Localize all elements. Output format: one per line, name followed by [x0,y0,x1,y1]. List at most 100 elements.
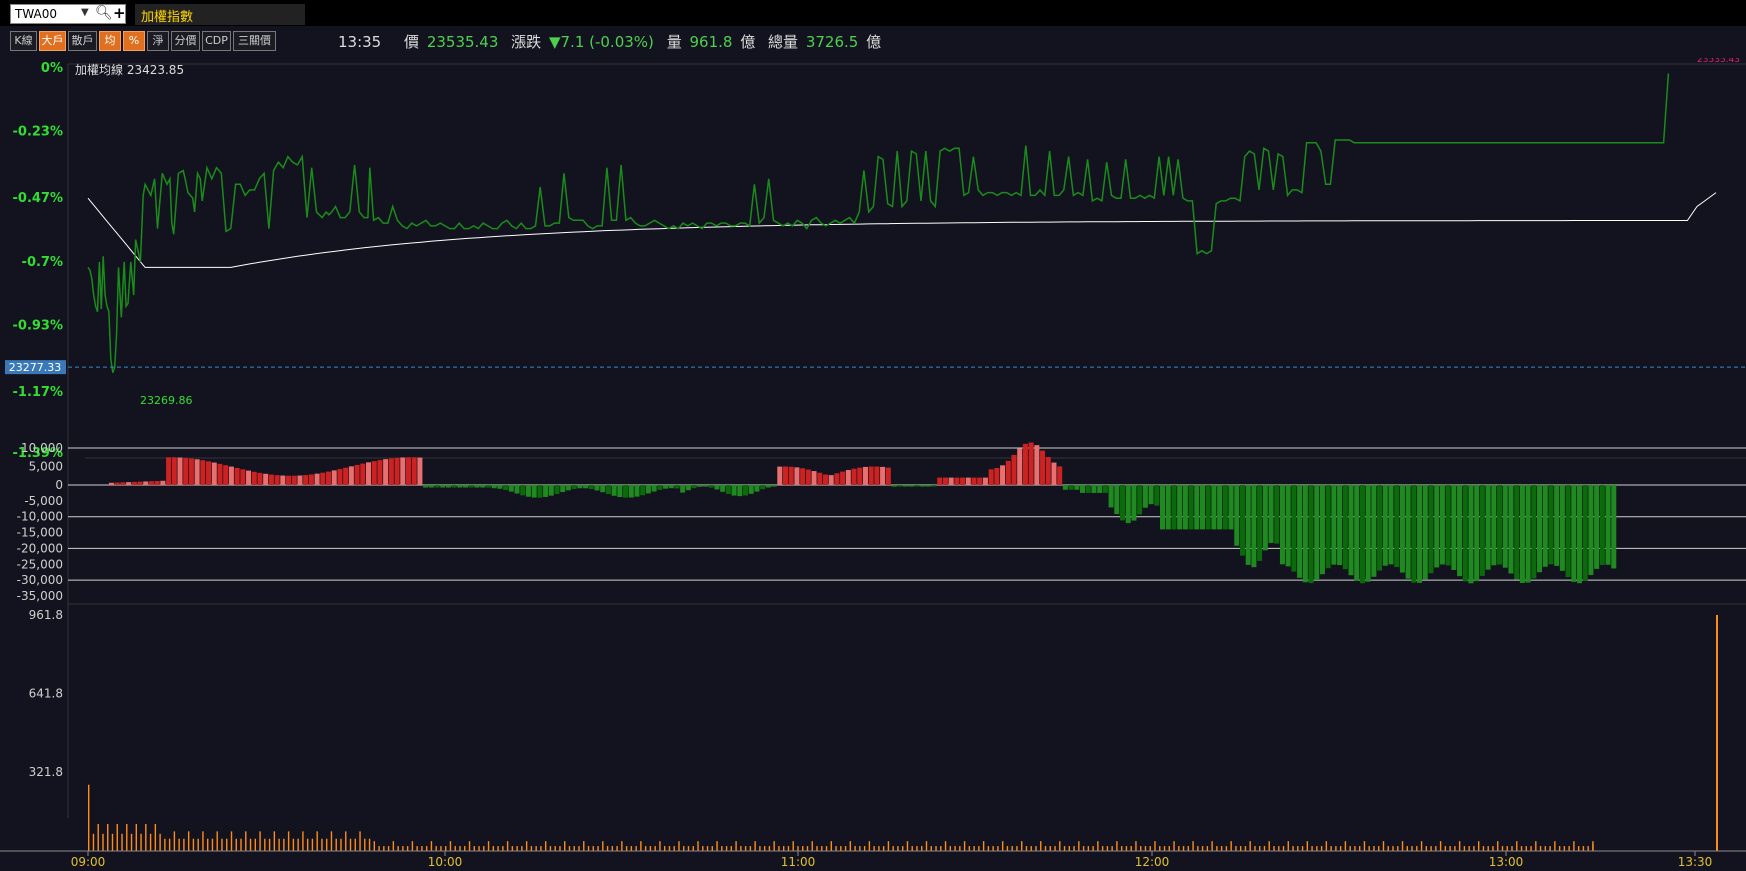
lh-bar [1199,485,1205,530]
volume-bar [1378,846,1380,851]
reference-label: 23277.33 [9,361,62,374]
toolbar-button-3[interactable]: 均 [99,31,121,51]
volume-bar [921,846,923,851]
volume-bar [364,838,366,851]
intraday-chart[interactable]: 0%-0.23%-0.47%-0.7%-0.93%-1.17%-1.39%232… [0,58,1746,871]
toolbar-button-7[interactable]: CDP [202,31,231,51]
volume-bar [535,846,537,851]
price-y-tick: -1.17% [13,385,64,400]
lh-bar [1028,442,1034,485]
volume-bar [1577,846,1580,851]
lh-bar [1479,485,1485,576]
lh-bar [988,469,994,485]
lh-bar [1537,485,1543,573]
volume-bar [516,846,518,851]
volume-bar [1140,846,1142,851]
toolbar-button-4[interactable]: % [123,31,145,51]
lh-bar [1040,450,1046,485]
volume-bar [568,846,571,851]
add-icon[interactable]: + [113,4,126,22]
lh-bar [1394,485,1400,567]
volume-bar [997,846,999,851]
lh-bar [326,471,332,485]
lh-bar [405,457,411,485]
volume-bar [1497,841,1499,851]
toolbar-button-6[interactable]: 分價 [171,31,200,51]
volume-bar [330,831,333,851]
lh-bar [577,485,583,489]
lh-bar [1297,485,1303,578]
toolbar-button-2[interactable]: 散戶 [68,31,97,51]
lh-bar [845,470,851,485]
volume-bar [316,831,318,851]
lh-bar [228,466,234,485]
toolbar-button-0[interactable]: K線 [10,31,37,51]
volume-bar [530,846,533,851]
volume-bar [1416,846,1418,851]
volume-bar [730,846,733,851]
volume-bar [1297,846,1299,851]
lh-bar [817,472,823,485]
lh-bar [1434,485,1440,568]
lh-bar [840,471,846,485]
volume-bar [1101,846,1104,851]
volume-bar [644,846,647,851]
lh-bar [371,461,377,485]
volume-bar [1311,846,1313,851]
lh-bar [377,460,383,485]
lh-bar [286,475,292,485]
lh-bar [1182,485,1188,530]
lh-bar [1131,485,1137,521]
lh-bar [1559,485,1565,571]
toolbar-button-1[interactable]: 大戶 [39,31,66,51]
volume-bar [835,846,837,851]
volume-bar [1411,846,1413,851]
volume-bar [1144,846,1147,851]
volume-bar [1506,846,1508,851]
lh-bar [668,485,674,489]
volume-bar [1106,846,1109,851]
lh-bar [1405,485,1411,579]
toolbar-button-5[interactable]: 淨 [147,31,169,51]
volume-bar [121,833,123,851]
volume-bar [1049,846,1051,851]
volume-bar [1239,846,1242,851]
lh-bar [674,485,680,489]
volume-bar [159,833,161,851]
toolbar-button-8[interactable]: 三關價 [233,31,276,51]
lh-bar [1554,485,1560,566]
low-price-label: 23269.86 [140,394,193,407]
volume-bar [763,846,766,851]
volume-bar [1021,841,1023,851]
volume-bar [1401,841,1404,851]
lh-bar [1588,485,1594,575]
volume-bar [1073,846,1075,851]
lh-bar [1217,485,1223,530]
volume-bar [383,846,385,851]
lh-bar [514,485,520,494]
lh-bar [1548,485,1554,565]
price-y-tick: -0.93% [13,319,64,334]
volume-bar [373,841,376,851]
volume-y-tick: 321.8 [29,765,63,779]
lh-bar [663,485,669,489]
search-icon[interactable]: 🔍︎ [95,5,113,21]
lh-bar [805,469,811,485]
symbol-selector[interactable]: TWA00 ▼ 🔍︎ + [10,4,126,24]
lh-bar [468,485,474,488]
lh-bar [1337,485,1343,566]
symbol-code: TWA00 [15,7,58,21]
lh-bar [1251,485,1257,568]
lh-bar [108,482,114,485]
chevron-down-icon[interactable]: ▼ [81,7,89,18]
lh-bar [291,475,297,485]
lh-bar [1268,485,1274,543]
lh-bar [714,485,720,490]
price-y-tick: -0.47% [13,191,64,206]
volume-bar [1592,843,1594,851]
lh-bar [200,460,206,485]
volume-bar [168,838,171,851]
volume-bar [392,841,395,851]
lh-bar [543,485,549,497]
volume-bar [126,824,128,851]
